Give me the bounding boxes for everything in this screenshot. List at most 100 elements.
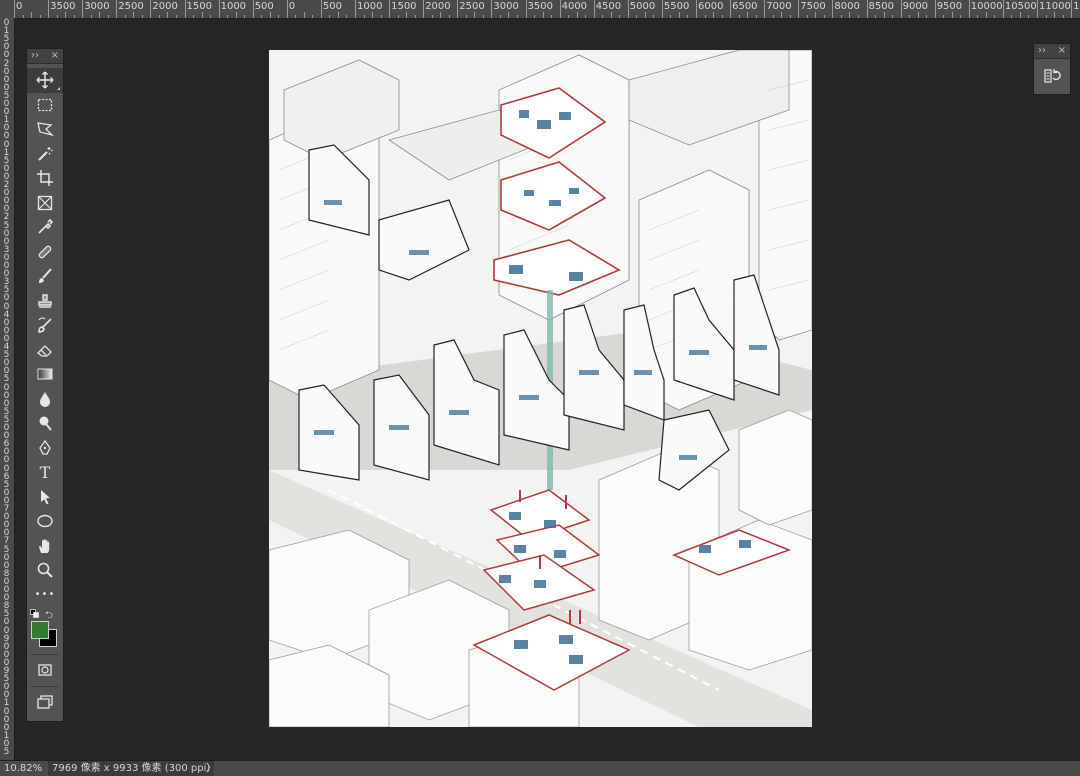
ruler-minor-tick bbox=[432, 15, 433, 18]
tools-panel-header[interactable]: ›› × bbox=[27, 49, 63, 64]
frame-tool[interactable] bbox=[27, 191, 63, 216]
ruler-minor-tick bbox=[99, 12, 100, 18]
ruler-label: 500 bbox=[255, 1, 274, 12]
ruler-minor-tick bbox=[381, 15, 382, 18]
ruler-minor-tick bbox=[534, 15, 535, 18]
horizontal-ruler[interactable]: 0350030002500200015001000500050010001500… bbox=[14, 0, 1080, 19]
ruler-minor-tick bbox=[781, 12, 782, 18]
crop-icon bbox=[36, 169, 54, 187]
magic-wand-icon bbox=[36, 145, 54, 163]
ellipse-tool[interactable] bbox=[27, 509, 63, 534]
polygon-lasso-icon bbox=[36, 120, 54, 138]
ruler-minor-tick bbox=[142, 15, 143, 18]
blur-drop-icon bbox=[36, 390, 54, 408]
ruler-minor-tick bbox=[108, 15, 109, 18]
ruler-major-tick bbox=[526, 0, 527, 18]
vertical-ruler[interactable]: 0150020005001000150020002500300035004000… bbox=[0, 18, 15, 760]
ruler-minor-tick bbox=[31, 12, 32, 18]
brush-tool[interactable] bbox=[27, 264, 63, 289]
ruler-minor-tick bbox=[1028, 15, 1029, 18]
ruler-major-tick bbox=[1071, 0, 1072, 18]
hand-tool[interactable] bbox=[27, 534, 63, 559]
status-bar: 10.82% 7969 像素 x 9933 像素 (300 ppi) 〉 bbox=[0, 760, 1080, 776]
ruler-minor-tick bbox=[312, 15, 313, 18]
ruler-minor-tick bbox=[619, 15, 620, 18]
stamp-tool[interactable] bbox=[27, 289, 63, 314]
ruler-minor-tick bbox=[739, 15, 740, 18]
ruler-corner[interactable] bbox=[0, 0, 15, 19]
ruler-major-tick bbox=[355, 0, 356, 18]
ruler-major-tick bbox=[662, 0, 663, 18]
more-tools-button[interactable]: ••• bbox=[27, 583, 63, 608]
status-menu-arrow-icon[interactable]: 〉 bbox=[206, 761, 216, 776]
ruler-minor-tick bbox=[943, 15, 944, 18]
ruler-label: 4500 bbox=[596, 1, 621, 12]
ruler-major-tick bbox=[1003, 0, 1004, 18]
ruler-minor-tick bbox=[261, 15, 262, 18]
dodge-icon bbox=[36, 414, 54, 432]
ruler-minor-tick bbox=[57, 15, 58, 18]
ruler-minor-tick bbox=[653, 15, 654, 18]
ruler-minor-tick bbox=[227, 15, 228, 18]
pen-tool[interactable] bbox=[27, 436, 63, 461]
gradient-tool[interactable] bbox=[27, 362, 63, 387]
lasso-tool[interactable] bbox=[27, 117, 63, 142]
healing-tool[interactable] bbox=[27, 240, 63, 265]
ruler-minor-tick bbox=[372, 12, 373, 18]
ruler-minor-tick bbox=[756, 15, 757, 18]
ruler-minor-tick bbox=[159, 15, 160, 18]
ruler-minor-tick bbox=[244, 15, 245, 18]
ruler-label: 9500 bbox=[937, 1, 962, 12]
screen-mode-button[interactable] bbox=[27, 690, 63, 715]
rect-marquee-tool[interactable] bbox=[27, 93, 63, 118]
document-canvas[interactable] bbox=[269, 50, 812, 727]
magic-wand-tool[interactable] bbox=[27, 142, 63, 167]
close-icon[interactable]: × bbox=[51, 49, 59, 63]
ruler-major-tick bbox=[696, 0, 697, 18]
ruler-minor-tick bbox=[909, 15, 910, 18]
ruler-label: 11 bbox=[1073, 1, 1080, 12]
collapse-icon[interactable]: ›› bbox=[31, 49, 39, 63]
ruler-minor-tick bbox=[841, 15, 842, 18]
foreground-color-swatch[interactable] bbox=[31, 621, 49, 639]
ruler-minor-tick bbox=[176, 15, 177, 18]
zoom-level[interactable]: 10.82% bbox=[4, 761, 42, 776]
pen-icon bbox=[36, 439, 54, 457]
ruler-minor-tick bbox=[1054, 12, 1055, 18]
document-info: 7969 像素 x 9933 像素 (300 ppi) bbox=[48, 761, 214, 776]
ruler-minor-tick bbox=[551, 15, 552, 18]
eyedropper-tool[interactable] bbox=[27, 215, 63, 240]
ruler-minor-tick bbox=[364, 15, 365, 18]
history-panel-header[interactable]: ›› × bbox=[1034, 44, 1070, 59]
hand-icon bbox=[36, 537, 54, 555]
history-brush-tool[interactable] bbox=[27, 313, 63, 338]
ruler-label: 8000 bbox=[834, 1, 859, 12]
ruler-minor-tick bbox=[611, 12, 612, 18]
move-tool[interactable] bbox=[27, 68, 63, 93]
ruler-label: 1500 bbox=[391, 1, 416, 12]
collapse-icon[interactable]: ›› bbox=[1038, 44, 1046, 58]
ruler-minor-tick bbox=[406, 12, 407, 18]
default-colors-icon[interactable] bbox=[30, 609, 40, 618]
ruler-label: 1000 bbox=[221, 1, 246, 12]
ruler-minor-tick bbox=[508, 12, 509, 18]
ruler-minor-tick bbox=[449, 15, 450, 18]
crop-tool[interactable] bbox=[27, 166, 63, 191]
ruler-major-tick bbox=[389, 0, 390, 18]
dodge-tool[interactable] bbox=[27, 411, 63, 436]
quick-mask-button[interactable] bbox=[27, 658, 63, 683]
blur-tool[interactable] bbox=[27, 387, 63, 412]
zoom-tool[interactable] bbox=[27, 558, 63, 583]
ruler-label: 8500 bbox=[869, 1, 894, 12]
ruler-label: 5 bbox=[2, 747, 11, 757]
path-select-tool[interactable] bbox=[27, 485, 63, 510]
type-tool[interactable]: T bbox=[27, 460, 63, 485]
ruler-minor-tick bbox=[713, 12, 714, 18]
close-icon[interactable]: × bbox=[1058, 44, 1066, 58]
history-button[interactable] bbox=[1034, 59, 1070, 85]
ruler-major-tick bbox=[628, 0, 629, 18]
ruler-minor-tick bbox=[1063, 15, 1064, 18]
ruler-major-tick bbox=[423, 0, 424, 18]
ruler-minor-tick bbox=[202, 12, 203, 18]
eraser-tool[interactable] bbox=[27, 338, 63, 363]
